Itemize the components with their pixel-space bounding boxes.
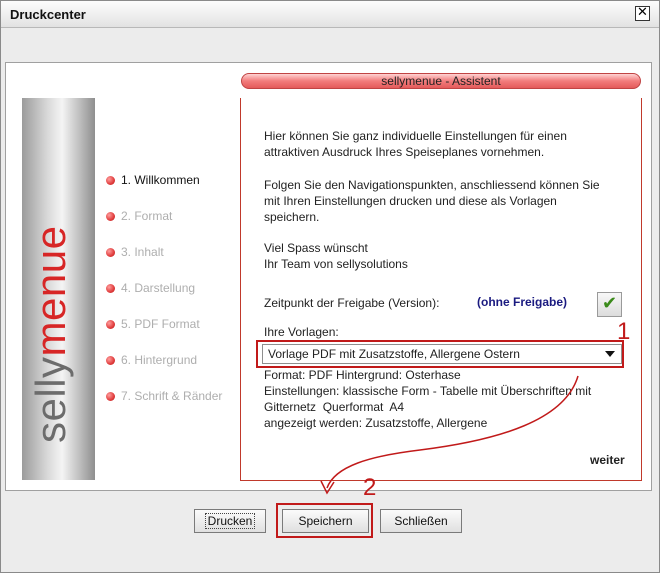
intro-line: mit Ihren Einstellungen drucken und dies… xyxy=(264,194,557,208)
intro-line: Ihr Team von sellysolutions xyxy=(264,257,408,271)
annotation-number-1: 1 xyxy=(617,318,631,345)
nav-item-format[interactable]: 2. Format xyxy=(106,209,172,223)
print-button[interactable]: Drucken xyxy=(194,509,266,533)
template-detail: Gitternetz Querformat A4 xyxy=(264,400,405,414)
intro-line: Folgen Sie den Navigationspunkten, ansch… xyxy=(264,178,600,192)
logo-text: sellymenue xyxy=(27,143,77,443)
close-icon[interactable]: ✕ xyxy=(635,6,650,21)
red-dot-icon xyxy=(106,248,115,257)
templates-label: Ihre Vorlagen: xyxy=(264,325,339,339)
release-value: (ohne Freigabe) xyxy=(477,295,568,309)
save-button[interactable]: Speichern xyxy=(282,509,369,533)
annotation-number-2: 2 xyxy=(363,474,377,501)
intro-line: Hier können Sie ganz individuelle Einste… xyxy=(264,129,567,143)
window-title: Druckcenter xyxy=(10,7,86,22)
red-dot-icon xyxy=(106,392,115,401)
nav-label: 7. Schrift & Ränder xyxy=(121,389,223,403)
intro-line: speichern. xyxy=(264,210,320,224)
next-link[interactable]: weiter xyxy=(590,453,625,467)
template-dropdown[interactable]: Vorlage PDF mit Zusatzstoffe, Allergene … xyxy=(262,344,622,364)
intro-line: Viel Spass wünscht xyxy=(264,241,368,255)
template-selected-value: Vorlage PDF mit Zusatzstoffe, Allergene … xyxy=(268,347,520,361)
assistant-header: sellymenue - Assistent xyxy=(241,73,641,89)
logo-text-menue: menue xyxy=(27,225,74,357)
nav-item-schrift-raender[interactable]: 7. Schrift & Ränder xyxy=(106,389,222,403)
nav-label: 4. Darstellung xyxy=(121,281,196,295)
red-dot-icon xyxy=(106,212,115,221)
nav-label: 6. Hintergrund xyxy=(121,353,198,367)
logo-text-selly: selly xyxy=(27,356,74,443)
release-label: Zeitpunkt der Freigabe (Version): xyxy=(264,296,440,310)
intro-line: attraktiven Ausdruck Ihres Speiseplanes … xyxy=(264,145,545,159)
chevron-down-icon[interactable] xyxy=(605,351,615,357)
nav-label: 1. Willkommen xyxy=(121,173,200,187)
red-dot-icon xyxy=(106,284,115,293)
red-dot-icon xyxy=(106,356,115,365)
nav-label: 3. Inhalt xyxy=(121,245,164,259)
nav-item-hintergrund[interactable]: 6. Hintergrund xyxy=(106,353,197,367)
template-detail: Format: PDF Hintergrund: Osterhase xyxy=(264,368,461,382)
nav-label: 2. Format xyxy=(121,209,173,223)
template-detail: angezeigt werden: Zusatzstoffe, Allergen… xyxy=(264,416,488,430)
close-button[interactable]: Schließen xyxy=(380,509,462,533)
nav-item-inhalt[interactable]: 3. Inhalt xyxy=(106,245,164,259)
title-bar: Druckcenter ✕ xyxy=(1,1,659,28)
nav-item-darstellung[interactable]: 4. Darstellung xyxy=(106,281,195,295)
nav-label: 5. PDF Format xyxy=(121,317,200,331)
sellymenue-logo: sellymenue xyxy=(22,98,95,480)
print-button-label: Drucken xyxy=(204,513,256,529)
checkmark-icon[interactable]: ✔ xyxy=(597,292,622,317)
nav-item-willkommen[interactable]: 1. Willkommen xyxy=(106,173,200,187)
red-dot-icon xyxy=(106,320,115,329)
template-detail: Einstellungen: klassische Form - Tabelle… xyxy=(264,384,592,398)
nav-item-pdf-format[interactable]: 5. PDF Format xyxy=(106,317,200,331)
red-dot-icon xyxy=(106,176,115,185)
